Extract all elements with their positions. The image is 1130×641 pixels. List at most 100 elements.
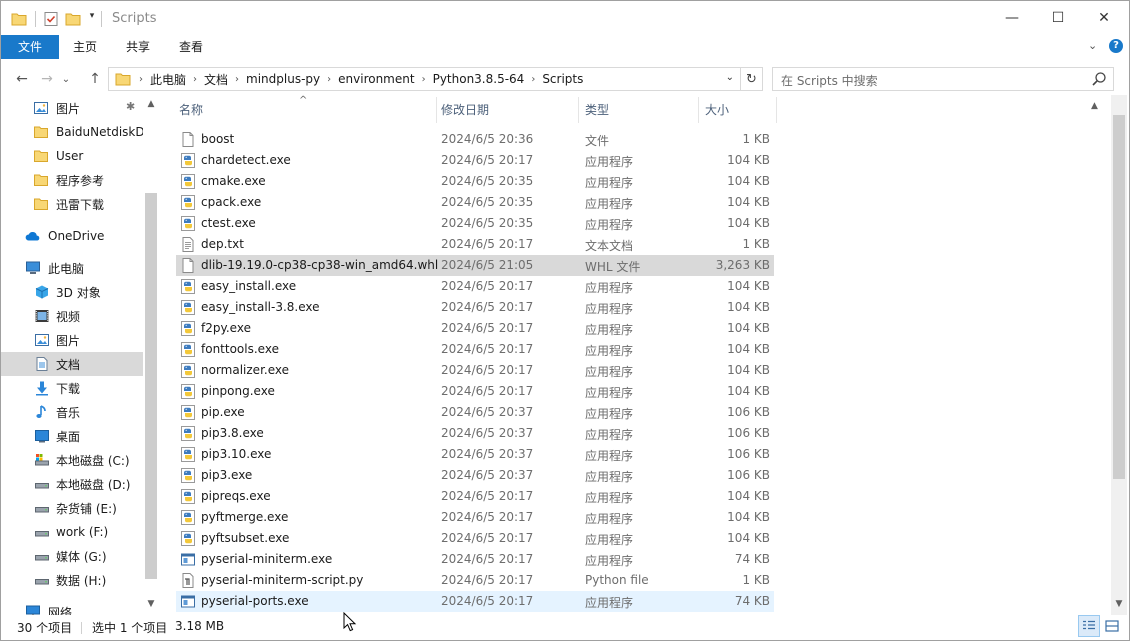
sidebar-item[interactable]: 本地磁盘 (D:) [1, 472, 143, 496]
file-row[interactable]: cpack.exe 2024/6/5 20:35 应用程序 104 KB [176, 192, 774, 213]
address-history-dropdown[interactable]: ⌄ [726, 72, 734, 83]
breadcrumb-scripts[interactable]: Scripts [537, 72, 588, 86]
breadcrumb-mindplus-py[interactable]: mindplus-py [241, 72, 325, 86]
file-row[interactable]: dep.txt 2024/6/5 20:17 文本文档 1 KB [176, 234, 774, 255]
column-header-name[interactable]: 名称 [159, 95, 436, 125]
sidebar-item[interactable]: 下载 [1, 376, 143, 400]
sidebar-item[interactable]: 此电脑 [1, 256, 143, 280]
sidebar-item[interactable]: 杂货铺 (E:) [1, 496, 143, 520]
file-row[interactable]: f2py.exe 2024/6/5 20:17 应用程序 104 KB [176, 318, 774, 339]
breadcrumb-chevron-icon[interactable]: › [137, 74, 145, 85]
sidebar-item[interactable]: BaiduNetdiskD [1, 120, 143, 144]
back-button[interactable]: ← [12, 69, 32, 89]
file-row[interactable]: pinpong.exe 2024/6/5 20:17 应用程序 104 KB [176, 381, 774, 402]
file-row[interactable]: easy_install-3.8.exe 2024/6/5 20:17 应用程序 10… [176, 297, 774, 318]
sidebar-item[interactable]: 迅雷下载 [1, 192, 143, 216]
sidebar-item[interactable]: 桌面 [1, 424, 143, 448]
forward-button[interactable]: → [37, 69, 57, 89]
address-bar[interactable]: › 此电脑 › 文档 › mindplus-py › environment ›… [108, 67, 763, 91]
sidebar-item[interactable]: 网络 [1, 600, 143, 615]
file-row[interactable]: pip3.8.exe 2024/6/5 20:37 应用程序 106 KB [176, 423, 774, 444]
help-icon[interactable]: ? [1109, 39, 1123, 53]
tab-home[interactable]: 主页 [59, 35, 111, 59]
breadcrumb-this-pc[interactable]: 此电脑 [145, 71, 191, 88]
breadcrumb-chevron-icon[interactable]: › [529, 74, 537, 85]
sidebar-item[interactable]: 程序参考 [1, 168, 143, 192]
sidebar-item[interactable]: 图片 ✱ [1, 96, 143, 120]
column-header-date[interactable]: 修改日期 [421, 95, 578, 125]
file-name: pyftmerge.exe [201, 510, 289, 524]
scroll-down-arrow-icon[interactable]: ▼ [143, 599, 159, 609]
breadcrumb-documents[interactable]: 文档 [199, 71, 233, 88]
file-row[interactable]: boost 2024/6/5 20:36 文件 1 KB [176, 129, 774, 150]
search-icon[interactable] [1091, 71, 1107, 90]
expand-ribbon-icon[interactable]: ⌄ [1088, 39, 1097, 52]
refresh-button[interactable]: ↻ [740, 68, 762, 90]
file-row[interactable]: pip3.10.exe 2024/6/5 20:37 应用程序 106 KB [176, 444, 774, 465]
tab-file[interactable]: 文件 [1, 35, 59, 59]
file-row[interactable]: pyserial-ports.exe 2024/6/5 20:17 应用程序 74 K… [176, 591, 774, 612]
sidebar-item[interactable]: 本地磁盘 (C:) [1, 448, 143, 472]
file-size: 1 KB [742, 573, 770, 587]
file-row[interactable]: dlib-19.19.0-cp38-cp38-win_amd64.whl 2024… [176, 255, 774, 276]
sidebar-item[interactable]: 媒体 (G:) [1, 544, 143, 568]
file-row[interactable]: normalizer.exe 2024/6/5 20:17 应用程序 104 KB [176, 360, 774, 381]
file-row[interactable]: pyserial-miniterm-script.py 2024/6/5 20:1… [176, 570, 774, 591]
nav-scroll-thumb[interactable] [145, 193, 157, 579]
sidebar-item[interactable]: 数据 (H:) [1, 568, 143, 592]
sidebar-item[interactable]: 文档 [1, 352, 143, 376]
up-button[interactable]: ↑ [85, 69, 105, 89]
new-folder-icon[interactable] [65, 10, 81, 28]
minimize-button[interactable]: — [989, 1, 1035, 35]
tab-share[interactable]: 共享 [111, 35, 165, 59]
tab-view[interactable]: 查看 [165, 35, 217, 59]
drive-icon [34, 548, 50, 564]
file-row[interactable]: pyserial-miniterm.exe 2024/6/5 20:17 应用程序 7… [176, 549, 774, 570]
sidebar-item[interactable]: work (F:) [1, 520, 143, 544]
search-input[interactable]: 在 Scripts 中搜索 [781, 72, 878, 89]
customize-quick-access-dropdown[interactable]: ▾ [87, 11, 97, 21]
breadcrumb-chevron-icon[interactable]: › [233, 74, 241, 85]
breadcrumb-environment[interactable]: environment [333, 72, 419, 86]
file-row[interactable]: ctest.exe 2024/6/5 20:35 应用程序 104 KB [176, 213, 774, 234]
maximize-button[interactable]: ☐ [1035, 1, 1081, 35]
column-header-size[interactable]: 大小 [685, 95, 775, 125]
breadcrumb-python[interactable]: Python3.8.5-64 [428, 72, 530, 86]
file-row[interactable]: pip.exe 2024/6/5 20:37 应用程序 106 KB [176, 402, 774, 423]
pin-icon[interactable]: ✱ [126, 100, 135, 113]
column-divider[interactable] [776, 97, 777, 123]
close-button[interactable]: ✕ [1081, 1, 1127, 35]
breadcrumb-chevron-icon[interactable]: › [191, 74, 199, 85]
file-row[interactable]: easy_install.exe 2024/6/5 20:17 应用程序 104 KB [176, 276, 774, 297]
file-row[interactable]: pyftmerge.exe 2024/6/5 20:17 应用程序 104 KB [176, 507, 774, 528]
large-icons-view-button[interactable] [1101, 615, 1123, 637]
recent-locations-dropdown[interactable]: ⌄ [59, 69, 73, 89]
breadcrumb-chevron-icon[interactable]: › [325, 74, 333, 85]
scroll-down-arrow-icon[interactable]: ▼ [1111, 599, 1127, 609]
file-row[interactable]: chardetect.exe 2024/6/5 20:17 应用程序 104 KB [176, 150, 774, 171]
file-row[interactable]: cmake.exe 2024/6/5 20:35 应用程序 104 KB [176, 171, 774, 192]
sidebar-item[interactable]: 音乐 [1, 400, 143, 424]
sidebar-item[interactable]: User [1, 144, 143, 168]
sidebar-item[interactable]: 3D 对象 [1, 280, 143, 304]
scroll-up-arrow-icon[interactable]: ▲ [143, 99, 159, 109]
system-drive-icon [34, 452, 50, 468]
column-header-type[interactable]: 类型 [565, 95, 698, 125]
file-row[interactable]: pip3.exe 2024/6/5 20:37 应用程序 106 KB [176, 465, 774, 486]
breadcrumb-chevron-icon[interactable]: › [420, 74, 428, 85]
file-row[interactable]: pipreqs.exe 2024/6/5 20:17 应用程序 104 KB [176, 486, 774, 507]
file-row[interactable]: pyftsubset.exe 2024/6/5 20:17 应用程序 104 KB [176, 528, 774, 549]
file-row[interactable]: fonttools.exe 2024/6/5 20:17 应用程序 104 KB [176, 339, 774, 360]
file-list-scrollbar[interactable]: ▼ [1111, 95, 1127, 615]
details-view-button[interactable] [1078, 615, 1100, 637]
properties-icon[interactable] [43, 10, 59, 28]
sidebar-item[interactable]: 视频 [1, 304, 143, 328]
folder-icon[interactable] [11, 10, 27, 28]
file-list-scroll-thumb[interactable] [1113, 115, 1125, 479]
scroll-up-arrow-icon[interactable]: ▲ [1091, 101, 1098, 111]
nav-scrollbar[interactable]: ▲ ▼ [143, 95, 159, 615]
sidebar-item[interactable]: OneDrive [1, 224, 143, 248]
search-box[interactable]: 在 Scripts 中搜索 [772, 67, 1114, 91]
sidebar-item[interactable]: 图片 [1, 328, 143, 352]
column-headers: 名称 ^ 修改日期 类型 大小 ▲ [159, 95, 1113, 125]
